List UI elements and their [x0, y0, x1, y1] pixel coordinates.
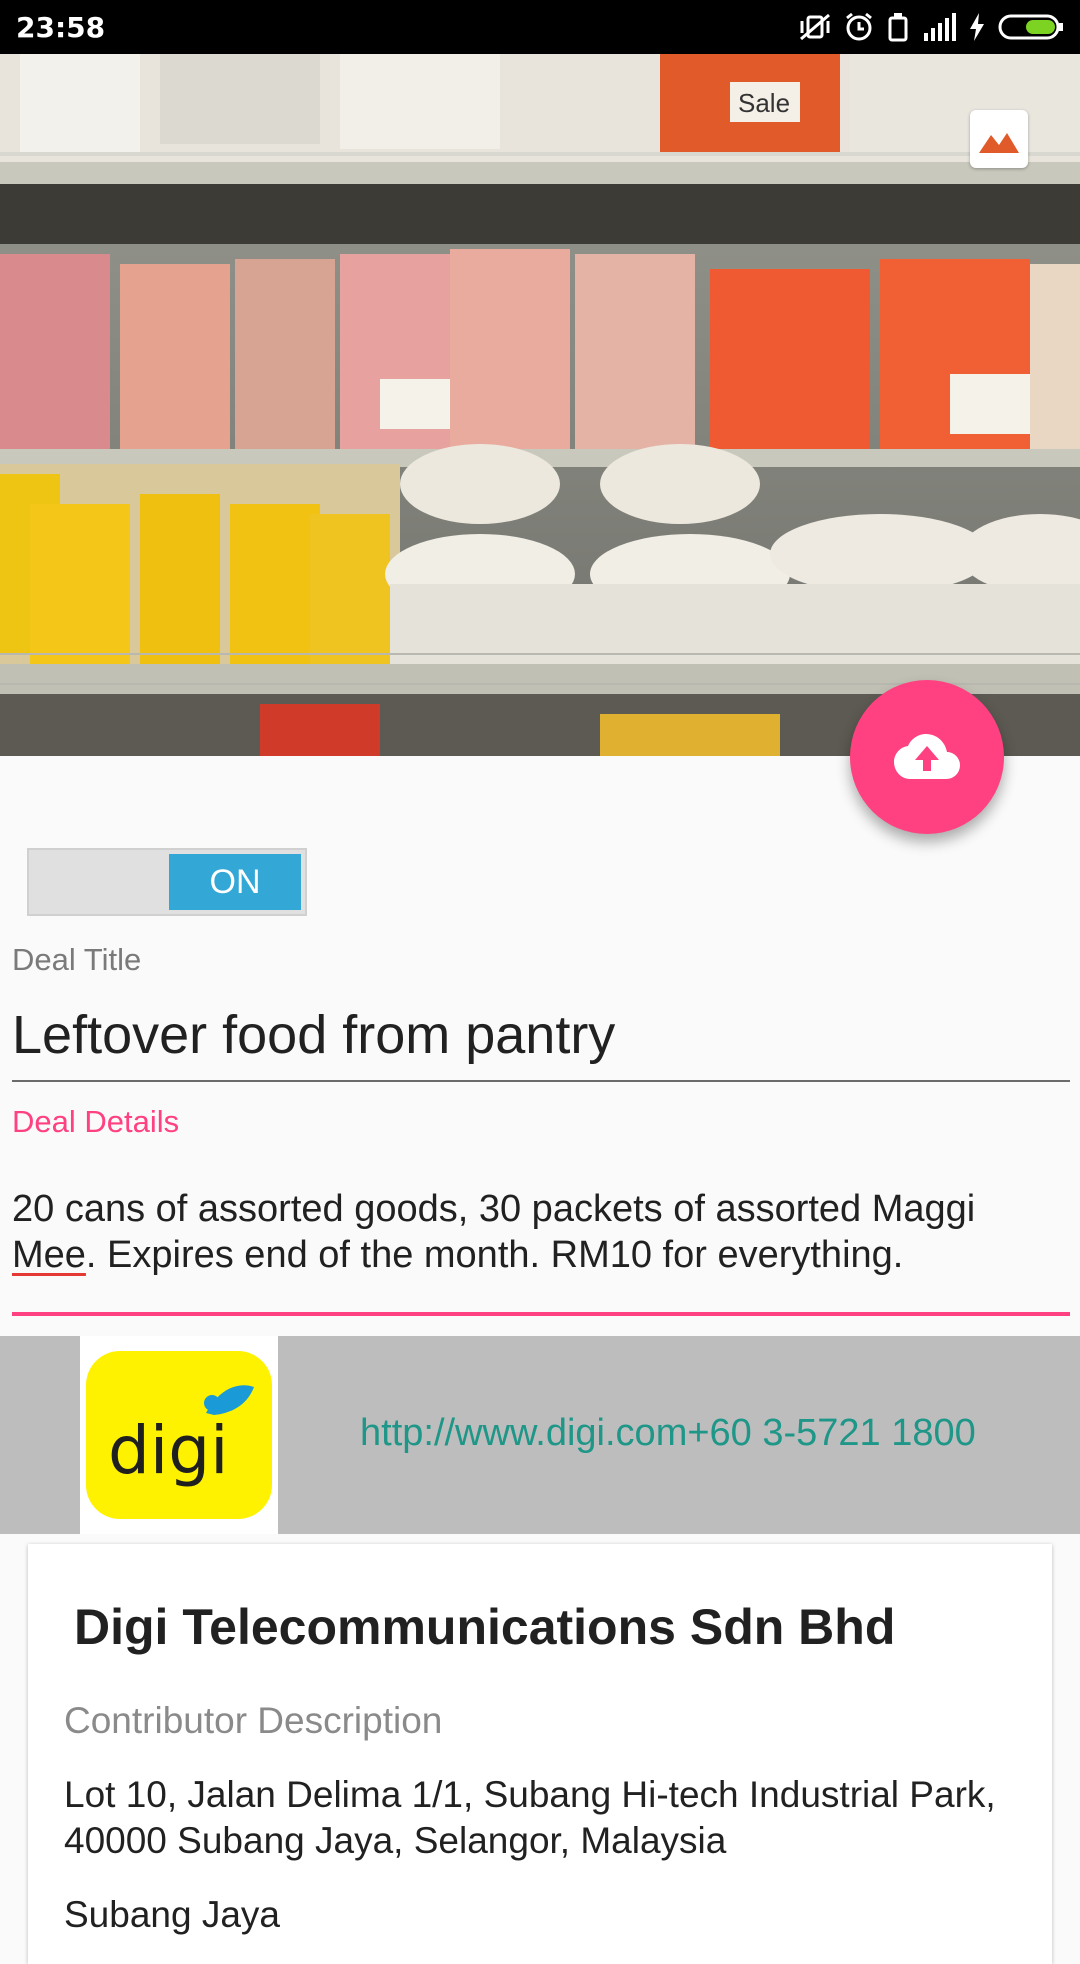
deal-photo: Sale — [0, 54, 1080, 756]
image-picker-button[interactable] — [970, 110, 1028, 168]
deal-title-label: Deal Title — [12, 942, 142, 977]
charging-icon — [970, 13, 984, 41]
mute-vibrate-icon — [800, 13, 830, 41]
signal-icon — [924, 13, 956, 41]
digi-logo: digi — [86, 1351, 272, 1519]
upload-fab[interactable] — [850, 680, 1004, 834]
battery-saver-icon — [888, 13, 908, 42]
status-icons — [798, 12, 1064, 42]
digi-logo-artwork: digi — [108, 1385, 254, 1489]
sponsor-banner[interactable]: digi http://www.digi.com+60 3-5721 1800 — [0, 1336, 1080, 1534]
contributor-address: Lot 10, Jalan Delima 1/1, Subang Hi-tech… — [64, 1774, 996, 1861]
contributor-city: Subang Jaya — [64, 1894, 281, 1935]
contributor-card: Digi Telecommunications Sdn Bhd Contribu… — [28, 1544, 1052, 1964]
deal-details-label: Deal Details — [12, 1104, 180, 1139]
status-time: 23:58 — [16, 10, 106, 44]
contributor-name: Digi Telecommunications Sdn Bhd — [74, 1599, 896, 1655]
status-bar: 23:58 — [0, 0, 1080, 54]
battery-icon — [998, 14, 1063, 40]
image-picker-icon — [977, 121, 1021, 157]
alarm-icon — [846, 12, 872, 41]
toggle-thumb: ON — [169, 854, 301, 910]
deal-details-text-1: 20 cans of assorted goods, 30 packets of… — [12, 1188, 976, 1230]
sponsor-logo: digi — [80, 1336, 278, 1534]
cloud-upload-icon — [894, 734, 960, 779]
misspelled-word: Mee — [12, 1234, 86, 1276]
pantry-shelves-illustration: Sale — [0, 54, 1080, 756]
deal-active-toggle[interactable]: ON — [27, 848, 307, 916]
digi-logo-text: digi — [108, 1412, 228, 1489]
deal-details-text-2: . Expires end of the month. RM10 for eve… — [85, 1234, 904, 1276]
sale-tag: Sale — [738, 88, 790, 118]
deal-details-input[interactable]: 20 cans of assorted goods, 30 packets of… — [12, 1186, 1070, 1316]
contributor-description-label: Contributor Description — [64, 1700, 443, 1741]
deal-title-input[interactable]: Leftover food from pantry — [12, 1000, 1070, 1082]
sponsor-contact-link[interactable]: http://www.digi.com+60 3-5721 1800 — [360, 1412, 976, 1455]
